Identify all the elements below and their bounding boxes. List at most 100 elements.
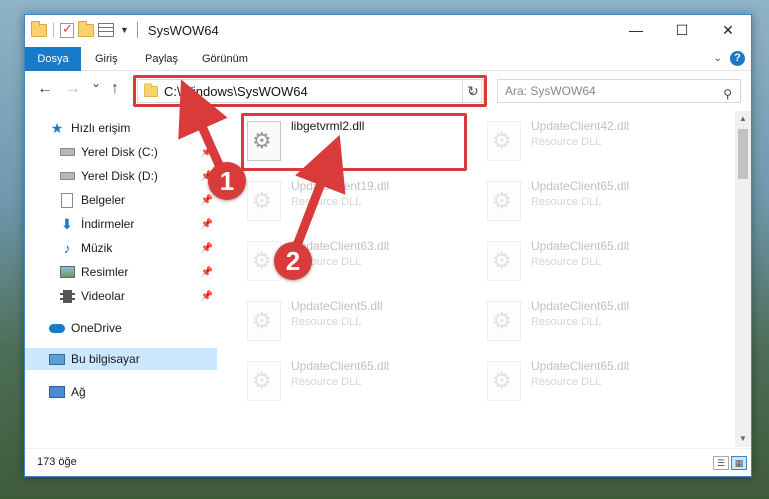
recent-locations-button[interactable]: ⌄: [91, 76, 101, 90]
expand-ribbon-chevron-icon[interactable]: ⌄: [714, 53, 722, 64]
customize-toolbar-chevron-icon[interactable]: ▼: [120, 25, 129, 35]
ribbon-help-area: ⌄ ?: [714, 51, 745, 66]
pin-icon[interactable]: 📌: [201, 219, 213, 230]
file-item[interactable]: UpdateClient65.dll Resource DLL: [481, 173, 711, 231]
file-item[interactable]: UpdateClient65.dll Resource DLL: [481, 353, 711, 411]
navigation-bar: ← → ⌄ ↑ C:\Windows\SysWOW64 ⌄ ↻ Ara: Sys…: [25, 73, 751, 107]
address-highlight-box: [133, 75, 487, 107]
sidebar-item-videos[interactable]: Videolar 📌: [25, 285, 217, 307]
dll-file-icon: [487, 181, 521, 221]
file-name: UpdateClient19.dll: [291, 179, 390, 193]
scroll-thumb[interactable]: [738, 129, 748, 179]
search-input[interactable]: Ara: SysWOW64 ⚲: [497, 79, 741, 103]
pin-icon[interactable]: 📌: [201, 195, 213, 206]
sidebar-item-label: OneDrive: [71, 321, 122, 335]
file-type: Resource DLL: [531, 136, 602, 148]
sidebar-item-this-pc[interactable]: Bu bilgisayar: [25, 348, 217, 370]
details-view-icon[interactable]: ☰: [713, 456, 729, 470]
sidebar-item-local-disk-d[interactable]: Yerel Disk (D:) 📌: [25, 165, 217, 187]
sidebar-item-label: İndirmeler: [81, 217, 135, 231]
file-name: UpdateClient65.dll: [291, 359, 390, 373]
file-name: UpdateClient5.dll: [291, 299, 383, 313]
file-type: Resource DLL: [531, 256, 602, 268]
file-item[interactable]: UpdateClient65.dll Resource DLL: [241, 353, 471, 411]
file-type: Resource DLL: [291, 376, 362, 388]
file-item[interactable]: UpdateClient42.dll Resource DLL: [481, 113, 711, 171]
maximize-button[interactable]: ☐: [659, 15, 705, 45]
file-name: UpdateClient65.dll: [531, 239, 630, 253]
pin-icon[interactable]: 📌: [201, 243, 213, 254]
pin-icon[interactable]: 📌: [201, 267, 213, 278]
file-explorer-window: ▼ SysWOW64 — ☐ ✕ Dosya Giriş Paylaş Görü…: [24, 14, 752, 477]
sidebar-item-label: Videolar: [81, 289, 125, 303]
file-name: UpdateClient65.dll: [531, 359, 630, 373]
computer-icon: [49, 351, 65, 367]
back-button[interactable]: ←: [37, 80, 53, 98]
quick-access-toolbar: ▼ SysWOW64: [31, 20, 219, 38]
file-type: Resource DLL: [531, 376, 602, 388]
large-icons-view-icon[interactable]: ▦: [731, 456, 747, 470]
star-icon: ★: [50, 119, 64, 136]
title-bar: ▼ SysWOW64 — ☐ ✕: [25, 15, 751, 47]
dll-file-icon: [247, 361, 281, 401]
vertical-scrollbar[interactable]: ▲ ▼: [735, 111, 751, 447]
new-folder-icon[interactable]: [78, 20, 94, 37]
properties-check-icon[interactable]: [60, 21, 74, 38]
file-item[interactable]: UpdateClient5.dll Resource DLL: [241, 293, 471, 351]
sidebar-item-downloads[interactable]: ⬇ İndirmeler 📌: [25, 213, 217, 235]
onedrive-icon: [49, 320, 65, 336]
item-count: 173 öğe: [37, 456, 77, 468]
toolbar-separator: [53, 23, 54, 37]
network-icon: [49, 384, 65, 400]
sidebar-item-label: Yerel Disk (C:): [81, 145, 158, 159]
help-icon[interactable]: ?: [730, 51, 745, 66]
dll-file-icon: [487, 121, 521, 161]
file-item[interactable]: UpdateClient65.dll Resource DLL: [481, 293, 711, 351]
dll-file-icon: [247, 181, 281, 221]
downloads-icon: ⬇: [61, 215, 73, 232]
view-properties-icon[interactable]: [98, 23, 114, 37]
minimize-button[interactable]: —: [613, 15, 659, 45]
sidebar-item-label: Ağ: [71, 385, 86, 399]
documents-icon: [59, 192, 75, 208]
status-bar: 173 öğe ☰ ▦: [25, 448, 751, 476]
window-title: SysWOW64: [147, 22, 219, 38]
search-placeholder: Ara: SysWOW64: [505, 84, 596, 98]
window-controls: — ☐ ✕: [613, 15, 751, 45]
pictures-icon: [59, 264, 75, 280]
file-item[interactable]: UpdateClient65.dll Resource DLL: [481, 233, 711, 291]
music-icon: ♪: [63, 240, 71, 256]
sidebar-item-documents[interactable]: Belgeler 📌: [25, 189, 217, 211]
scroll-down-icon[interactable]: ▼: [735, 431, 751, 447]
sidebar-item-local-disk-c[interactable]: Yerel Disk (C:) 📌: [25, 141, 217, 163]
tab-share[interactable]: Paylaş: [145, 47, 178, 71]
file-type: Resource DLL: [531, 196, 602, 208]
navigation-pane: ★ Hızlı erişim Yerel Disk (C:) 📌 Yerel D…: [25, 111, 217, 447]
pin-icon[interactable]: 📌: [201, 291, 213, 302]
dll-file-icon: [487, 301, 521, 341]
step-1-marker: 1: [208, 162, 246, 200]
tab-file[interactable]: Dosya: [25, 47, 81, 71]
folder-icon: [31, 20, 47, 37]
sidebar-item-label: Yerel Disk (D:): [81, 169, 158, 183]
disk-icon: [59, 144, 75, 160]
sidebar-item-quick-access[interactable]: ★ Hızlı erişim: [25, 117, 217, 139]
tab-view[interactable]: Görünüm: [202, 47, 248, 71]
sidebar-item-label: Bu bilgisayar: [71, 352, 140, 366]
file-name: UpdateClient65.dll: [531, 299, 630, 313]
file-name: UpdateClient65.dll: [531, 179, 630, 193]
sidebar-item-onedrive[interactable]: OneDrive: [25, 317, 217, 339]
scroll-up-icon[interactable]: ▲: [735, 111, 751, 127]
close-button[interactable]: ✕: [705, 15, 751, 45]
tab-home[interactable]: Giriş: [95, 47, 118, 71]
forward-button[interactable]: →: [65, 80, 81, 98]
view-toggle: ☰ ▦: [713, 456, 747, 470]
up-button[interactable]: ↑: [111, 80, 119, 98]
search-icon: ⚲: [723, 87, 732, 101]
pin-icon[interactable]: 📌: [201, 147, 213, 158]
file-item[interactable]: UpdateClient19.dll Resource DLL: [241, 173, 471, 231]
sidebar-item-pictures[interactable]: Resimler 📌: [25, 261, 217, 283]
sidebar-item-music[interactable]: ♪ Müzik 📌: [25, 237, 217, 259]
sidebar-item-network[interactable]: Ağ: [25, 381, 217, 403]
step-2-marker: 2: [274, 242, 312, 280]
